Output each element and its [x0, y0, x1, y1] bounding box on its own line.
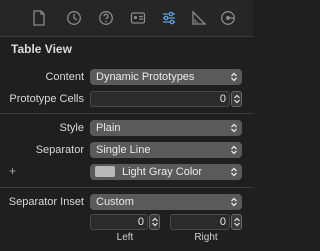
- separator-popup[interactable]: Single Line: [90, 142, 242, 158]
- stepper-chevron-icon: [234, 217, 240, 227]
- inspector-tab-bar: [0, 0, 253, 37]
- separator-popup-value: Single Line: [96, 144, 151, 156]
- prototype-cells-field[interactable]: 0: [90, 91, 230, 107]
- inset-left-field[interactable]: 0: [90, 214, 148, 230]
- section-divider: [0, 113, 253, 114]
- stepper-chevron-icon: [152, 217, 158, 227]
- style-popup[interactable]: Plain: [90, 120, 242, 136]
- section-divider: [0, 187, 253, 188]
- popup-chevron-icon: [231, 72, 237, 82]
- size-inspector-icon[interactable]: [191, 10, 207, 26]
- prototype-cells-label: Prototype Cells: [9, 93, 84, 105]
- connections-inspector-icon[interactable]: [220, 10, 236, 26]
- inset-left-stepper[interactable]: [149, 214, 160, 230]
- separator-inset-popup[interactable]: Custom: [90, 194, 242, 210]
- section-title: Table View: [11, 42, 72, 56]
- separator-label: Separator: [35, 144, 84, 156]
- popup-chevron-icon: [231, 167, 237, 177]
- inset-left-label: Left: [116, 232, 134, 243]
- content-popup[interactable]: Dynamic Prototypes: [90, 69, 242, 85]
- inset-right-field[interactable]: 0: [170, 214, 230, 230]
- content-label: Content: [45, 71, 84, 83]
- add-variation-button[interactable]: +: [9, 164, 16, 178]
- content-popup-value: Dynamic Prototypes: [96, 71, 195, 83]
- file-inspector-icon[interactable]: [31, 10, 47, 26]
- prototype-cells-stepper[interactable]: [231, 91, 242, 107]
- inset-right-label: Right: [194, 232, 218, 243]
- separator-inset-label: Separator Inset: [8, 196, 84, 208]
- popup-chevron-icon: [231, 145, 237, 155]
- separator-inset-popup-value: Custom: [96, 196, 134, 208]
- history-inspector-icon[interactable]: [66, 10, 82, 26]
- style-popup-value: Plain: [96, 122, 121, 134]
- attributes-inspector-icon[interactable]: [161, 10, 177, 26]
- style-label: Style: [59, 122, 84, 134]
- separator-color-swatch: [95, 166, 115, 177]
- quick-help-icon[interactable]: [98, 10, 114, 26]
- inset-right-stepper[interactable]: [231, 214, 242, 230]
- separator-color-value: Light Gray Color: [122, 166, 203, 178]
- identity-inspector-icon[interactable]: [130, 10, 146, 26]
- popup-chevron-icon: [231, 123, 237, 133]
- stepper-chevron-icon: [234, 94, 240, 104]
- popup-chevron-icon: [231, 197, 237, 207]
